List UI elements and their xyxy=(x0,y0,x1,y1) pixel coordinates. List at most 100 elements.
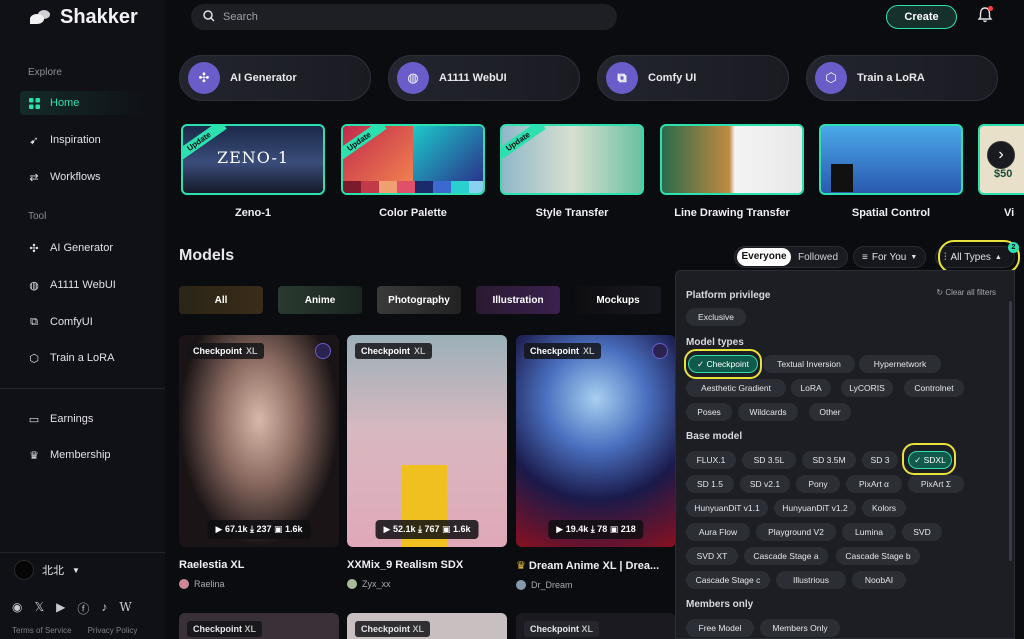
model-title: XXMix_9 Realism SDX xyxy=(347,559,464,571)
sort-dropdown[interactable]: ≡ For You ▼ xyxy=(853,246,927,268)
clear-filters-button[interactable]: ↻ Clear all filters xyxy=(936,288,996,297)
tool-comfy-ui[interactable]: ⧉ Comfy UI xyxy=(597,55,789,101)
sidebar-item-inspiration[interactable]: ➹ Inspiration xyxy=(20,128,148,152)
model-card[interactable]: Checkpoint XL ▶ 67.1k ⤓ 237 ▣ 1.6k Raeles… xyxy=(179,335,339,589)
chip-hypernetwork[interactable]: Hypernetwork xyxy=(859,355,941,373)
category-photography[interactable]: Photography xyxy=(377,286,461,314)
feature-color-palette[interactable]: Update Color Palette xyxy=(341,124,485,219)
model-type-tag: Checkpoint XL xyxy=(524,343,601,359)
cube-icon: ⬡ xyxy=(815,62,847,94)
chip-playground-v2[interactable]: Playground V2 xyxy=(756,523,836,541)
category-mockups[interactable]: Mockups xyxy=(575,286,661,314)
chip-pixart-sigma[interactable]: PixArt Σ xyxy=(908,475,964,493)
app-logo[interactable]: Shakker xyxy=(28,6,138,29)
chip-textual-inversion[interactable]: Textual Inversion xyxy=(763,355,855,373)
feature-label: Color Palette xyxy=(379,207,447,219)
tool-a1111-webui[interactable]: ◍ A1111 WebUI xyxy=(388,55,580,101)
x-icon[interactable]: 𝕏 xyxy=(34,600,44,617)
audience-followed[interactable]: Followed xyxy=(791,252,845,263)
chip-aesthetic-gradient[interactable]: Aesthetic Gradient xyxy=(686,379,786,397)
tiktok-icon[interactable]: ♪ xyxy=(101,600,107,617)
sidebar-item-comfyui[interactable]: ⧉ ComfyUI xyxy=(20,310,148,334)
chip-cascade-stage-a[interactable]: Cascade Stage a xyxy=(744,547,828,565)
create-button[interactable]: Create xyxy=(886,5,957,29)
chip-noobai[interactable]: NoobAI xyxy=(852,571,906,589)
feature-thumbnail: Update xyxy=(500,124,644,195)
category-illustration[interactable]: Illustration xyxy=(476,286,560,314)
model-author[interactable]: Dr_Dream xyxy=(516,580,676,590)
chip-lumina[interactable]: Lumina xyxy=(842,523,896,541)
chip-hunyuandit-v11[interactable]: HunyuanDiT v1.1 xyxy=(686,499,768,517)
privacy-link[interactable]: Privacy Policy xyxy=(88,626,138,635)
user-menu[interactable]: 北北 ▼ xyxy=(14,560,80,580)
youtube-icon[interactable]: ▶ xyxy=(56,600,65,617)
chip-lora[interactable]: LoRA xyxy=(791,379,831,397)
chip-sd35l[interactable]: SD 3.5L xyxy=(742,451,796,469)
chip-cascade-stage-c[interactable]: Cascade Stage c xyxy=(686,571,770,589)
feature-line-drawing-transfer[interactable]: Line Drawing Transfer xyxy=(660,124,804,219)
sidebar-divider xyxy=(0,552,165,553)
chip-members-only[interactable]: Members Only xyxy=(760,619,840,637)
model-stats: ▶ 19.4k ⤓ 78 ▣ 218 xyxy=(548,520,644,539)
chip-free-model[interactable]: Free Model xyxy=(686,619,754,637)
audience-everyone[interactable]: Everyone xyxy=(737,248,791,266)
feature-zeno-1[interactable]: ZENO-1 Update Zeno-1 xyxy=(181,124,325,219)
model-type-tag: Checkpoint XL xyxy=(187,343,264,359)
chip-sd35m[interactable]: SD 3.5M xyxy=(802,451,856,469)
feature-spatial-control[interactable]: Spatial Control xyxy=(819,124,963,219)
chip-flux1[interactable]: FLUX.1 xyxy=(686,451,736,469)
model-card[interactable]: Checkpoint XL xyxy=(179,613,339,639)
facebook-icon[interactable]: ⓕ xyxy=(77,600,89,617)
chip-other[interactable]: Other xyxy=(809,403,851,421)
chip-poses[interactable]: Poses xyxy=(686,403,732,421)
panel-scrollbar[interactable] xyxy=(1009,301,1012,561)
chevron-right-icon: › xyxy=(998,146,1004,163)
comfy-icon: ⧉ xyxy=(30,315,38,328)
model-card[interactable]: Checkpoint XL ▶ 52.1k ⤓ 767 ▣ 1.6k XXMix_… xyxy=(347,335,507,589)
model-card[interactable]: Checkpoint XL xyxy=(347,613,507,639)
chip-hunyuandit-v12[interactable]: HunyuanDiT v1.2 xyxy=(774,499,856,517)
chip-lycoris[interactable]: LyCORIS xyxy=(841,379,893,397)
chip-sd3[interactable]: SD 3 xyxy=(862,451,898,469)
chip-svd-xt[interactable]: SVD XT xyxy=(686,547,738,565)
chip-aura-flow[interactable]: Aura Flow xyxy=(686,523,750,541)
sidebar-item-workflows[interactable]: ⇄ Workflows xyxy=(20,165,148,189)
comfy-icon: ⧉ xyxy=(606,62,638,94)
sidebar-item-a1111-webui[interactable]: ◍ A1111 WebUI xyxy=(20,273,148,297)
chip-illustrious[interactable]: Illustrious xyxy=(776,571,846,589)
chip-controlnet[interactable]: Controlnet xyxy=(904,379,964,397)
tool-ai-generator[interactable]: ✣ AI Generator xyxy=(179,55,371,101)
chip-pixart-alpha[interactable]: PixArt α xyxy=(846,475,902,493)
sidebar-item-home[interactable]: Home xyxy=(20,91,148,115)
carousel-next-button[interactable]: › xyxy=(987,141,1015,169)
terms-link[interactable]: Terms of Service xyxy=(12,626,72,635)
chip-exclusive[interactable]: Exclusive xyxy=(686,308,746,326)
chip-svd[interactable]: SVD xyxy=(902,523,942,541)
model-card[interactable]: Checkpoint XL xyxy=(516,613,676,639)
tool-train-lora[interactable]: ⬡ Train a LoRA xyxy=(806,55,998,101)
model-badge-icon xyxy=(315,343,331,359)
sidebar-item-ai-generator[interactable]: ✣ AI Generator xyxy=(20,236,148,260)
category-anime[interactable]: Anime xyxy=(278,286,362,314)
chip-sdv21[interactable]: SD v2.1 xyxy=(740,475,790,493)
chip-pony[interactable]: Pony xyxy=(796,475,840,493)
wiki-icon[interactable]: W xyxy=(119,600,131,617)
category-all[interactable]: All xyxy=(179,286,263,314)
chip-cascade-stage-b[interactable]: Cascade Stage b xyxy=(836,547,920,565)
sidebar-item-label: ComfyUI xyxy=(50,316,93,328)
chip-wildcards[interactable]: Wildcards xyxy=(738,403,798,421)
discord-icon[interactable]: ◉ xyxy=(12,600,22,617)
sidebar-item-train-lora[interactable]: ⬡ Train a LoRA xyxy=(20,346,148,370)
sidebar-item-membership[interactable]: ♛ Membership xyxy=(20,443,148,467)
model-author[interactable]: Raelina xyxy=(179,579,339,589)
model-card[interactable]: Checkpoint XL ▶ 19.4k ⤓ 78 ▣ 218 ♛ Dream … xyxy=(516,335,676,590)
search-input[interactable] xyxy=(223,11,583,23)
chip-kolors[interactable]: Kolors xyxy=(862,499,906,517)
feature-style-transfer[interactable]: Update Style Transfer xyxy=(500,124,644,219)
sidebar-item-earnings[interactable]: ▭ Earnings xyxy=(20,407,148,431)
notifications-button[interactable] xyxy=(976,6,994,24)
model-author[interactable]: Zyx_xx xyxy=(347,579,507,589)
model-type-tag: Checkpoint XL xyxy=(355,621,431,637)
chip-sd15[interactable]: SD 1.5 xyxy=(686,475,734,493)
feature-partial[interactable]: $50 Vi xyxy=(978,124,1024,219)
